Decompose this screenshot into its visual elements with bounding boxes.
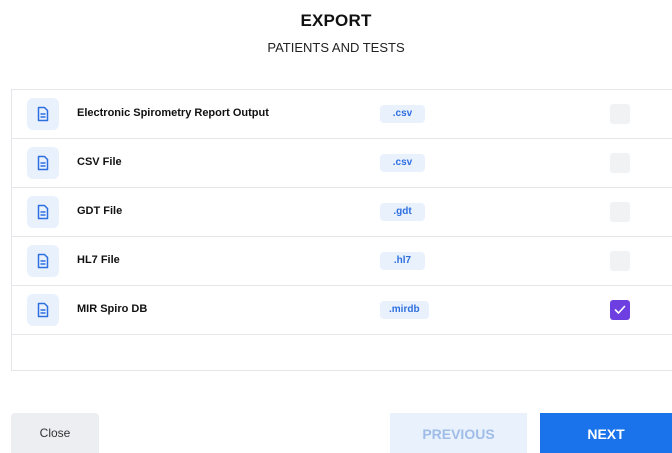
checkmark-icon	[614, 305, 626, 314]
format-name: Electronic Spirometry Report Output	[77, 107, 269, 119]
format-row-hl7[interactable]: HL7 File .hl7	[12, 237, 672, 286]
format-checkbox[interactable]	[610, 251, 630, 271]
format-name: CSV File	[77, 156, 122, 168]
export-format-list: Electronic Spirometry Report Output .csv…	[11, 89, 672, 371]
extension-badge: .hl7	[380, 252, 425, 270]
format-name: GDT File	[77, 205, 123, 217]
format-checkbox[interactable]	[610, 153, 630, 173]
document-icon	[27, 98, 59, 130]
extension-badge: .csv	[380, 154, 425, 172]
format-checkbox[interactable]	[610, 300, 630, 320]
page-title: EXPORT	[300, 11, 372, 30]
document-icon	[27, 196, 59, 228]
format-row-mirdb[interactable]: MIR Spiro DB .mirdb	[12, 286, 672, 335]
document-icon	[27, 147, 59, 179]
format-name: HL7 File	[77, 254, 120, 266]
format-row-csv[interactable]: CSV File .csv	[12, 139, 672, 188]
format-checkbox[interactable]	[610, 104, 630, 124]
format-name: MIR Spiro DB	[77, 303, 148, 315]
page-subtitle: PATIENTS AND TESTS	[267, 40, 405, 55]
close-button[interactable]: Close	[11, 413, 99, 453]
document-icon	[27, 245, 59, 277]
previous-button[interactable]: PREVIOUS	[390, 413, 527, 453]
document-icon	[27, 294, 59, 326]
format-checkbox[interactable]	[610, 202, 630, 222]
format-row-gdt[interactable]: GDT File .gdt	[12, 188, 672, 237]
extension-badge: .csv	[380, 105, 425, 123]
extension-badge: .gdt	[380, 203, 425, 221]
format-row-esro[interactable]: Electronic Spirometry Report Output .csv	[12, 90, 672, 139]
extension-badge: .mirdb	[380, 301, 429, 319]
next-button[interactable]: NEXT	[540, 413, 672, 453]
